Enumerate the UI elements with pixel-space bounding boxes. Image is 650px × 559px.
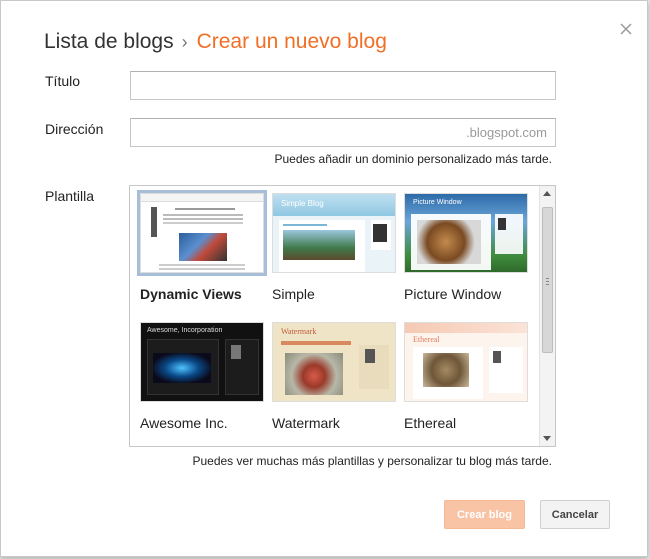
picture-window-thumbnail: Picture Window [404,193,528,273]
template-label: Plantilla [45,188,95,204]
address-input[interactable] [131,119,555,146]
simple-thumb-title: Simple Blog [281,199,324,208]
cancel-button[interactable]: Cancelar [540,500,610,529]
breadcrumb-separator: › [181,32,188,52]
close-icon[interactable] [617,20,635,38]
template-name: Ethereal [404,415,457,431]
ethereal-thumbnail: Ethereal [404,322,528,402]
title-label: Título [45,73,81,89]
scroll-down-arrow-icon[interactable] [543,436,551,441]
watermark-thumb-title: Watermark [281,327,317,336]
simple-thumbnail: Simple Blog [272,193,396,273]
template-picture-window[interactable]: Picture Window Picture Window [404,193,528,302]
gallery-scrollbar[interactable] [539,186,555,446]
address-hint: Puedes añadir un dominio personalizado m… [274,152,552,166]
template-awesome-inc[interactable]: Awesome, Incorporation Awesome Inc. [140,322,264,431]
ethereal-thumb-title: Ethereal [413,335,440,344]
template-name: Picture Window [404,286,502,302]
grip-icon [546,278,549,285]
watermark-thumbnail: Watermark [272,322,396,402]
template-gallery: Dynamic Views Simple Blog Simple Picture… [129,185,556,447]
template-name: Watermark [272,415,340,431]
awesome-thumb-title: Awesome, Incorporation [147,327,223,334]
dynamic-views-thumbnail [137,190,267,276]
address-label: Dirección [45,121,104,137]
create-blog-dialog: Lista de blogs › Crear un nuevo blog Títul… [0,0,648,557]
template-watermark[interactable]: Watermark Watermark [272,322,396,431]
scroll-up-arrow-icon[interactable] [543,191,551,196]
title-input[interactable] [131,72,555,99]
create-blog-button[interactable]: Crear blog [444,500,525,529]
title-field[interactable] [130,71,556,100]
page-title: Crear un nuevo blog [196,30,387,53]
breadcrumb-blog-list[interactable]: Lista de blogs [44,30,174,53]
template-dynamic-views[interactable]: Dynamic Views [137,190,267,302]
address-field[interactable]: .blogspot.com [130,118,556,147]
template-name: Awesome Inc. [140,415,228,431]
template-simple[interactable]: Simple Blog Simple [272,193,396,302]
breadcrumb: Lista de blogs › Crear un nuevo blog [44,29,387,55]
template-hint: Puedes ver muchas más plantillas y perso… [192,454,552,468]
scrollbar-thumb[interactable] [542,207,553,353]
template-ethereal[interactable]: Ethereal Ethereal [404,322,528,431]
awesome-inc-thumbnail: Awesome, Incorporation [140,322,264,402]
template-name: Simple [272,286,315,302]
template-name: Dynamic Views [140,286,242,302]
picture-window-thumb-title: Picture Window [413,199,462,206]
